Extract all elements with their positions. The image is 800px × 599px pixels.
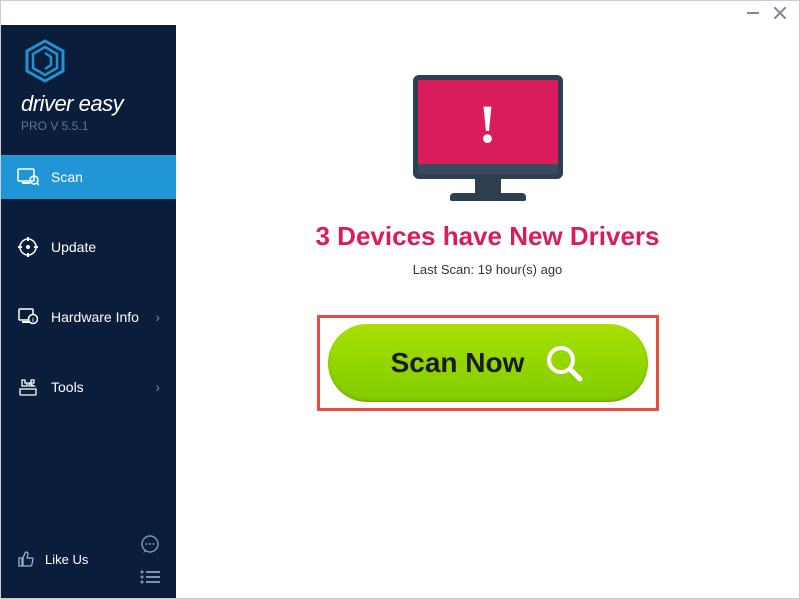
scan-icon: [17, 167, 39, 187]
menu-icon[interactable]: [140, 570, 160, 584]
thumbs-up-icon: [17, 550, 35, 568]
app-title: driver easy: [21, 91, 156, 117]
minimize-button[interactable]: [747, 12, 759, 14]
update-icon: [17, 237, 39, 257]
tools-icon: [17, 377, 39, 397]
headline: 3 Devices have New Drivers: [316, 221, 660, 252]
sidebar: driver easy PRO V 5.5.1 Scan Update i: [1, 25, 176, 598]
sidebar-item-label: Tools: [51, 379, 84, 395]
logo-icon: [21, 39, 156, 83]
feedback-icon[interactable]: [140, 534, 160, 554]
sidebar-item-label: Scan: [51, 169, 83, 185]
app-version: PRO V 5.5.1: [21, 119, 156, 133]
main-content: ! 3 Devices have New Drivers Last Scan: …: [176, 25, 799, 598]
sidebar-item-tools[interactable]: Tools ›: [1, 365, 176, 409]
sidebar-item-hardware[interactable]: i Hardware Info ›: [1, 295, 176, 339]
search-icon: [544, 343, 584, 383]
sidebar-item-label: Update: [51, 239, 96, 255]
like-us-label: Like Us: [45, 552, 88, 567]
sidebar-item-update[interactable]: Update: [1, 225, 176, 269]
alert-monitor-icon: !: [413, 75, 563, 201]
hardware-icon: i: [17, 307, 39, 327]
exclamation-icon: !: [479, 97, 497, 151]
scan-button-label: Scan Now: [391, 347, 525, 379]
chevron-right-icon: ›: [155, 379, 160, 395]
like-us-button[interactable]: Like Us: [17, 550, 88, 568]
close-button[interactable]: [773, 6, 787, 20]
sidebar-item-scan[interactable]: Scan: [1, 155, 176, 199]
scan-now-button[interactable]: Scan Now: [328, 324, 648, 402]
logo-area: driver easy PRO V 5.5.1: [1, 25, 176, 143]
titlebar: [1, 1, 799, 25]
last-scan-text: Last Scan: 19 hour(s) ago: [413, 262, 563, 277]
chevron-right-icon: ›: [155, 309, 160, 325]
sidebar-item-label: Hardware Info: [51, 309, 139, 325]
sidebar-bottom: Like Us: [1, 524, 176, 598]
nav: Scan Update i Hardware Info ›: [1, 155, 176, 409]
scan-button-highlight: Scan Now: [317, 315, 659, 411]
